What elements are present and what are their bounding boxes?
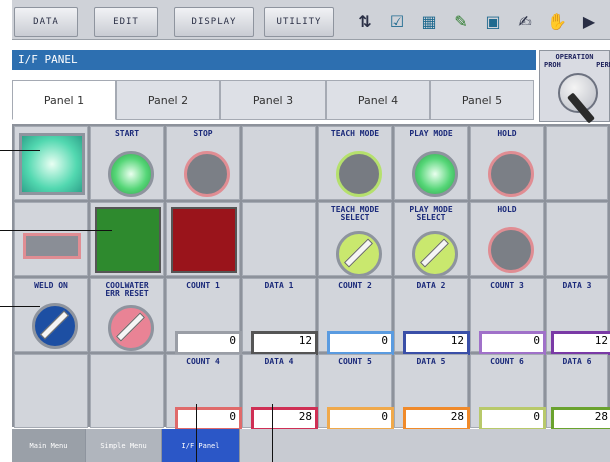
- start-lamp-icon[interactable]: [108, 151, 154, 197]
- count-3-value: 0: [479, 331, 546, 355]
- data-2: DATA 2 12: [394, 278, 470, 355]
- menu-edit[interactable]: EDIT: [94, 7, 158, 37]
- callout-line: [0, 150, 40, 151]
- data-4-value: 28: [251, 407, 318, 431]
- callout-line: [0, 306, 40, 307]
- data-5: DATA 5 28: [394, 354, 470, 431]
- tab-panel-2[interactable]: Panel 2: [116, 80, 220, 120]
- count-2-value: 0: [327, 331, 394, 355]
- teach-mode-lamp-icon: [336, 151, 382, 197]
- operation-knob-icon[interactable]: [558, 73, 598, 124]
- play-select-switch-icon[interactable]: [412, 231, 458, 277]
- tab-panel-4[interactable]: Panel 4: [326, 80, 430, 120]
- data-6: DATA 6 28: [546, 354, 610, 431]
- tab-panel-1[interactable]: Panel 1: [12, 80, 116, 120]
- menu-utility[interactable]: UTILITY: [264, 7, 334, 37]
- bottom-tabs: Main Menu Simple Menu I/F Panel: [12, 429, 610, 462]
- red-square-icon[interactable]: [171, 207, 237, 273]
- stop-button[interactable]: STOP: [166, 126, 240, 200]
- panel-tabs: Panel 1 Panel 2 Panel 3 Panel 4 Panel 5: [12, 80, 534, 120]
- count-3: COUNT 3 0: [470, 278, 546, 355]
- tab-if-panel[interactable]: I/F Panel: [162, 429, 240, 462]
- weld-on-switch[interactable]: WELD ON: [14, 278, 88, 352]
- tab-panel-5[interactable]: Panel 5: [430, 80, 534, 120]
- page-title: I/F PANEL: [12, 50, 536, 70]
- red-lamp-off-icon: [23, 233, 81, 259]
- green-lamp-icon[interactable]: [19, 133, 85, 195]
- operation-range: PROHPERM: [544, 61, 610, 69]
- monitor-icon[interactable]: ▣: [480, 7, 506, 35]
- data-3-value: 12: [551, 331, 610, 355]
- operation-label: OPERATION: [555, 53, 594, 61]
- red-button[interactable]: [166, 202, 240, 276]
- lamp-cell[interactable]: [14, 126, 88, 200]
- count-6-value: 0: [479, 407, 546, 431]
- menu-data[interactable]: DATA: [14, 7, 78, 37]
- weld-on-switch-icon[interactable]: [32, 303, 78, 349]
- menu-display[interactable]: DISPLAY: [174, 7, 254, 37]
- count-1-value: 0: [175, 331, 242, 355]
- empty-cell: [546, 202, 608, 276]
- data-1-value: 12: [251, 331, 318, 355]
- tab-simple-menu[interactable]: Simple Menu: [86, 429, 162, 462]
- stop-lamp-icon[interactable]: [184, 151, 230, 197]
- operation-selector[interactable]: OPERATION PROHPERM: [539, 50, 610, 124]
- play-icon[interactable]: ▶: [576, 7, 602, 35]
- callout-line: [196, 404, 197, 462]
- callout-line: [272, 404, 273, 462]
- hold-select[interactable]: HOLD: [470, 202, 544, 276]
- teach-mode-select[interactable]: TEACH MODE SELECT: [318, 202, 392, 277]
- empty-cell: [242, 126, 316, 200]
- empty-cell: [546, 126, 608, 200]
- tab-panel-3[interactable]: Panel 3: [220, 80, 326, 120]
- count-4-value: 0: [175, 407, 242, 431]
- count-6: COUNT 6 0: [470, 354, 546, 431]
- count-4: COUNT 4 0: [166, 354, 242, 431]
- tab-main-menu[interactable]: Main Menu: [12, 429, 86, 462]
- start-button[interactable]: START: [90, 126, 164, 200]
- play-mode-indicator: PLAY MODE: [394, 126, 468, 200]
- data-2-value: 12: [403, 331, 470, 355]
- green-square-icon[interactable]: [95, 207, 161, 273]
- data-3: DATA 3 12: [546, 278, 610, 355]
- empty-cell: [242, 202, 316, 276]
- coolwater-switch-icon[interactable]: [108, 305, 154, 351]
- hold-button[interactable]: HOLD: [470, 126, 544, 200]
- empty-cell: [14, 354, 88, 428]
- data-1: DATA 1 12: [242, 278, 318, 355]
- teach-mode-indicator: TEACH MODE: [318, 126, 392, 200]
- lamp-cell-2: [14, 202, 88, 276]
- callout-line: [0, 230, 112, 231]
- play-mode-lamp-icon: [412, 151, 458, 197]
- data-5-value: 28: [403, 407, 470, 431]
- count-5-value: 0: [327, 407, 394, 431]
- chart-icon[interactable]: ▦: [416, 7, 442, 35]
- empty-cell: [90, 354, 164, 428]
- top-menu-bar: DATA EDIT DISPLAY UTILITY ⇅ ☑ ▦ ✎ ▣ ✍ ✋ …: [12, 0, 610, 40]
- data-6-value: 28: [551, 407, 610, 431]
- count-1: COUNT 1 0: [166, 278, 242, 355]
- green-button[interactable]: [90, 202, 164, 276]
- hand-icon[interactable]: ✋: [544, 7, 570, 35]
- play-mode-select[interactable]: PLAY MODE SELECT: [394, 202, 468, 277]
- hold-lamp-2-icon[interactable]: [488, 227, 534, 273]
- edit-icon[interactable]: ☑: [384, 7, 410, 35]
- pen-icon[interactable]: ✍: [512, 7, 538, 35]
- job-icon[interactable]: ✎: [448, 7, 474, 35]
- teach-select-switch-icon[interactable]: [336, 231, 382, 277]
- coordinate-icon[interactable]: ⇅: [352, 7, 378, 35]
- panel-grid: START STOP TEACH MODE PLAY MODE HOLD TEA…: [12, 124, 610, 431]
- data-4: DATA 4 28: [242, 354, 318, 431]
- count-2: COUNT 2 0: [318, 278, 394, 355]
- coolwater-reset[interactable]: COOLWATER ERR RESET: [90, 278, 164, 352]
- count-5: COUNT 5 0: [318, 354, 394, 431]
- hold-lamp-icon[interactable]: [488, 151, 534, 197]
